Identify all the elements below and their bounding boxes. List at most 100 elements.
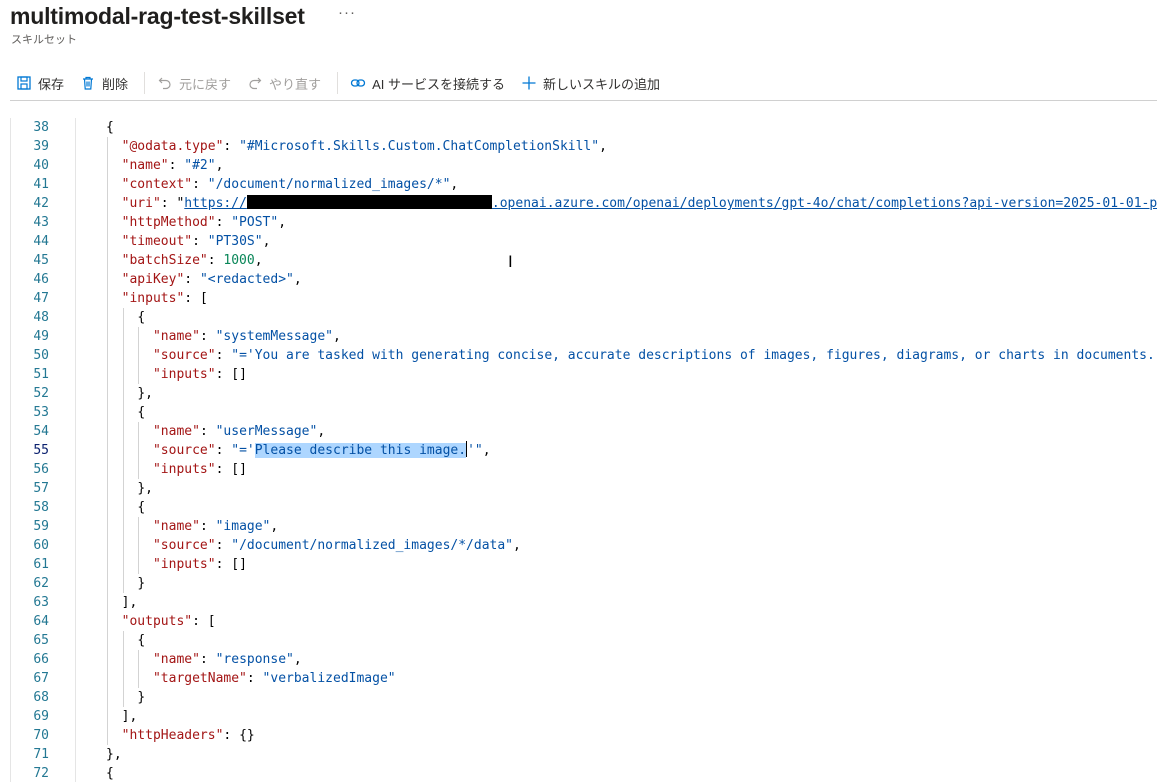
add-skill-label: 新しいスキルの追加	[542, 76, 660, 92]
toolbar: 保存 削除 元に戻す やり直す AI サービスを接続する 新しいスキルの追加	[10, 66, 1157, 101]
indent-guide	[107, 289, 108, 308]
json-punctuation: []	[231, 557, 247, 572]
json-string-value: "/document/normalized_images/*/data"	[231, 538, 514, 553]
indent-guide	[122, 498, 124, 517]
redo-icon	[249, 77, 262, 90]
json-string-value: "#2"	[184, 158, 216, 173]
json-punctuation: {	[106, 120, 114, 135]
json-key: "uri"	[121, 196, 161, 211]
code-text: "context": "/document/normalized_images/…	[121, 177, 459, 192]
json-punctuation: {}	[239, 728, 255, 743]
indent-guide	[107, 441, 108, 460]
json-punctuation: },	[137, 386, 153, 401]
json-punctuation: {	[137, 633, 146, 648]
indent-guide	[122, 536, 124, 555]
json-punctuation: {	[137, 310, 146, 325]
indent-guide	[107, 536, 108, 555]
save-label: 保存	[38, 76, 65, 92]
json-punctuation: },	[137, 481, 153, 496]
add-skill-button[interactable]: 新しいスキルの追加	[515, 67, 666, 99]
json-string-value: "response"	[215, 652, 294, 667]
code-text: "inputs": []	[152, 462, 247, 477]
indent-guide	[107, 213, 108, 232]
code-text: "source": "='You are tasked with generat…	[153, 346, 1157, 365]
line-number: 51	[33, 367, 49, 382]
json-key: "source"	[152, 443, 216, 458]
indent-guide	[122, 441, 124, 460]
plus-icon	[522, 76, 536, 90]
redo-button[interactable]: やり直す	[241, 67, 327, 99]
code-text: "uri": "https://.openai.azure.com/openai…	[122, 194, 1157, 213]
indent-guide	[107, 726, 108, 745]
line-number: 41	[33, 177, 49, 192]
code-text: "httpMethod": "POST",	[121, 215, 287, 230]
json-key: "name"	[121, 158, 169, 173]
code-line: 67 "targetName": "verbalizedImage"	[11, 669, 1157, 688]
code-text: "outputs": [	[121, 614, 216, 629]
json-punctuation: ],	[121, 595, 138, 610]
indent-guide	[122, 384, 124, 403]
indent-guide	[107, 194, 108, 213]
code-line: 57},	[11, 479, 1157, 498]
save-button[interactable]: 保存	[10, 67, 70, 99]
code-line: 50 "source": "='You are tasked with gener…	[11, 346, 1157, 365]
code-text: "name": "response",	[152, 652, 302, 667]
json-key: "outputs"	[121, 614, 193, 629]
code-line: 54 "name": "userMessage",	[11, 422, 1157, 441]
line-number: 52	[33, 386, 49, 401]
indent-guide	[122, 650, 124, 669]
json-key: "httpHeaders"	[121, 728, 224, 743]
code-line: 38 {	[11, 118, 1157, 137]
line-number: 71	[33, 747, 49, 762]
indent-guide	[107, 688, 108, 707]
indent-guide	[122, 479, 124, 498]
indent-guide	[138, 517, 140, 536]
line-number: 40	[33, 158, 49, 173]
line-number: 61	[33, 557, 49, 572]
indent-guide	[122, 327, 124, 346]
connect-ai-service-label: AI サービスを接続する	[372, 76, 505, 92]
code-text: "name": "userMessage",	[152, 424, 326, 439]
indent-guide	[122, 574, 124, 593]
line-number: 48	[33, 310, 49, 325]
indent-guide	[107, 384, 108, 403]
code-line: 68}	[11, 688, 1157, 707]
more-options-button[interactable]: ···	[338, 4, 356, 21]
line-number: 44	[33, 234, 49, 249]
code-line: 64 "outputs": [	[11, 612, 1157, 631]
link-icon	[350, 79, 366, 87]
json-string-value: '"	[467, 443, 483, 458]
json-punctuation: ],	[121, 709, 138, 724]
json-key: "inputs"	[152, 557, 216, 572]
json-string-value: "systemMessage"	[215, 329, 333, 344]
json-key: "name"	[152, 519, 200, 534]
code-text: {	[137, 631, 145, 650]
delete-button[interactable]: 削除	[74, 67, 134, 99]
code-text: "source": "='Please describe this image.…	[152, 441, 491, 458]
toolbar-divider	[144, 72, 146, 94]
indent-guide	[138, 460, 140, 479]
code-text: "timeout": "PT30S",	[121, 234, 271, 249]
connect-ai-service-button[interactable]: AI サービスを接続する	[344, 67, 511, 99]
line-number: 67	[33, 671, 49, 686]
json-key: "inputs"	[152, 367, 216, 382]
code-text: "batchSize": 1000,	[121, 253, 263, 268]
indent-guide	[122, 403, 124, 422]
json-code-editor[interactable]: 38 {39 "@odata.type": "#Microsoft.Skills.C…	[10, 118, 1157, 782]
code-line: 55 "source": "='Please describe this imag…	[11, 441, 1157, 460]
text-cursor-icon: Ι	[508, 252, 513, 271]
json-punctuation: }	[137, 576, 146, 591]
json-key: "httpMethod"	[121, 215, 216, 230]
line-number: 45	[33, 253, 49, 268]
undo-label: 元に戻す	[179, 76, 232, 92]
delete-label: 削除	[102, 76, 129, 92]
code-text: "targetName": "verbalizedImage"	[152, 671, 396, 686]
code-line: 62}	[11, 574, 1157, 593]
undo-button[interactable]: 元に戻す	[151, 67, 237, 99]
code-line: 56 "inputs": []	[11, 460, 1157, 479]
code-line: 63],	[11, 593, 1157, 612]
code-line: 59 "name": "image",	[11, 517, 1157, 536]
json-key: "@odata.type"	[121, 139, 224, 154]
indent-guide	[107, 251, 108, 270]
code-line: 52},	[11, 384, 1157, 403]
